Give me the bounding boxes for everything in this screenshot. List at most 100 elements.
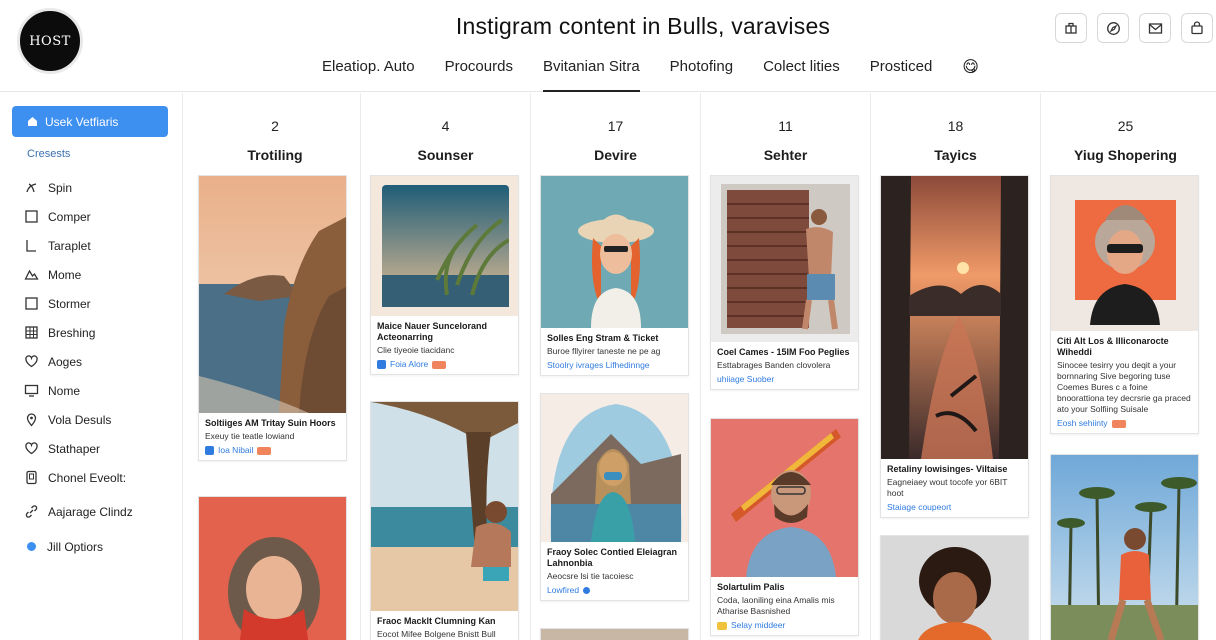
sidebar-item-label: Spin [48, 180, 73, 195]
beach-tree-photo [371, 402, 518, 611]
card-meta: uhiiage Suober [717, 374, 852, 385]
column-title: Sehter [763, 147, 808, 163]
spin-icon [26, 183, 37, 193]
post-card[interactable]: Maice Nauer Suncelorand Acteonarring Cli… [370, 175, 519, 375]
compass-icon[interactable] [1097, 13, 1129, 43]
card-meta-label: Foia Alore [390, 359, 429, 369]
sidebar-item-label: Breshing [48, 325, 96, 340]
tag-icon [257, 446, 272, 455]
card-meta-label: Ioa Nibail [218, 445, 254, 455]
sunhat-portrait-photo [541, 176, 688, 328]
sidebar-item-comper[interactable]: Comper [24, 202, 133, 231]
hooded-portrait-photo [199, 497, 346, 640]
sidebar-list: Spin Comper Taraplet Mome Stormer Breshi… [24, 173, 133, 561]
post-card[interactable]: Citi Alt Los & Illiconarocte Wiheddi Sin… [1050, 175, 1199, 434]
sidebar-item-label: Comper [48, 209, 91, 224]
card-title: Coel Cames - 15IM Foo Peglies [717, 347, 850, 357]
card-text: Sinocee tesirry you deqit a your bornnar… [1057, 360, 1191, 414]
emoji-icon[interactable]: 😋 [962, 50, 979, 90]
sidebar-item-vola-desuls[interactable]: Vola Desuls [24, 405, 133, 434]
sidebar-item-jill-optiors[interactable]: Jill Optiors [24, 532, 133, 561]
sidebar-item-label: Nome [48, 383, 81, 398]
post-card[interactable] [880, 535, 1029, 640]
bracket-icon [26, 240, 36, 252]
card-text: Exeuy tie teatle lowiand [205, 431, 295, 441]
post-card[interactable]: Solles Eng Stram & Ticket Buroe fllyirer… [540, 175, 689, 376]
sidebar-item-label: Stormer [48, 296, 91, 311]
tab-procourds[interactable]: Procourds [445, 50, 513, 90]
card-title: Retaliny lowisinges- Viltaise [887, 464, 1008, 474]
palm-trees-portrait-photo [1051, 455, 1198, 640]
card-meta: Staiage coupeort [887, 502, 1022, 513]
post-card[interactable] [540, 628, 689, 640]
column-title: Devire [594, 147, 637, 163]
card-title: Fraoc Macklt Clumning Kan [377, 616, 496, 626]
card-text: Buroe fllyirer taneste ne pe ag [547, 346, 661, 356]
heart-icon [25, 442, 38, 455]
sidebar-item-aajarage-clindz[interactable]: Aajarage Clindz [24, 497, 133, 526]
board-column: 11 Sehter Coel Cames - 15IM Foo Peglies … [700, 93, 870, 640]
square-badge-icon [377, 360, 386, 369]
card-title: Solartulim Palis [717, 582, 785, 592]
tab-colect-lities[interactable]: Colect lities [763, 50, 840, 90]
sidebar-item-aoges[interactable]: Aoges [24, 347, 133, 376]
card-meta: Eosh sehiinty [1057, 418, 1192, 429]
square-badge-icon [205, 446, 214, 455]
post-card[interactable] [198, 496, 347, 640]
tag-icon [432, 360, 447, 369]
post-card[interactable]: Fraoc Macklt Clumning Kan Eocot Mifee Bo… [370, 401, 519, 640]
grid-icon [25, 326, 38, 339]
primary-nav-button[interactable]: Usek Vetfiaris [12, 106, 168, 137]
post-card[interactable]: Retaliny lowisinges- Viltaise Eagneiaey … [880, 175, 1029, 518]
sunglasses-portrait-photo [1051, 176, 1198, 331]
bag-icon[interactable] [1181, 13, 1213, 43]
sidebar-item-chonel-eveolt[interactable]: Chonel Eveolt: [24, 463, 133, 492]
tab-prosticed[interactable]: Prosticed [870, 50, 933, 90]
post-card[interactable]: Solartulim Palis Coda, laoniling eina Am… [710, 418, 859, 636]
top-header: HOST Instigram content in Bulls, varavis… [0, 0, 1216, 92]
monitor-icon [24, 384, 39, 397]
column-title: Yiug Shopering [1074, 147, 1177, 163]
sunset-river-photo [881, 176, 1028, 459]
sidebar-item-taraplet[interactable]: Taraplet [24, 231, 133, 260]
post-card[interactable] [1050, 454, 1199, 640]
card-meta: Ioa Nibail [205, 445, 340, 456]
bearded-man-photo [711, 419, 858, 577]
post-card[interactable]: Fraoy Solec Contied Eleiagran Lahnonbia … [540, 393, 689, 601]
sidebar-item-label: Stathaper [48, 441, 101, 456]
primary-nav-label: Usek Vetfiaris [45, 114, 119, 129]
post-card[interactable]: Soltiiges AM Tritay Suin Hoors Exeuy tie… [198, 175, 347, 461]
sidebar-item-stormer[interactable]: Stormer [24, 289, 133, 318]
card-photo [541, 629, 688, 640]
board-column: 18 Tayics Retaliny lowisinges- Viltaise … [870, 93, 1040, 640]
heart-icon [25, 355, 38, 368]
card-title: Solles Eng Stram & Ticket [547, 333, 659, 343]
sidebar-item-spin[interactable]: Spin [24, 173, 133, 202]
store-icon[interactable] [1055, 13, 1087, 43]
sidebar-item-mome[interactable]: Mome [24, 260, 133, 289]
dot-icon [583, 587, 591, 594]
card-meta: Selay middeer [717, 620, 852, 631]
sidebar-item-nome[interactable]: Nome [24, 376, 133, 405]
beach-grass-photo [371, 176, 518, 316]
sidebar-section-label: Cresests [27, 148, 71, 160]
square-icon [25, 210, 38, 223]
sidebar-item-breshing[interactable]: Breshing [24, 318, 133, 347]
column-count: 11 [778, 118, 793, 134]
card-meta-label: Staiage coupeort [887, 502, 952, 512]
tab-bvitanian-sitra[interactable]: Bvitanian Sitra [542, 50, 640, 92]
tab-eleatiop-auto[interactable]: Eleatiop. Auto [322, 50, 415, 90]
card-meta-label: Stoolry ivrages Lifhedinnge [547, 360, 650, 370]
page-title: Instigram content in Bulls, varavises [455, 13, 831, 39]
card-text: Coda, laoniling eina Amalis mis Atharise… [717, 595, 835, 616]
card-title: Citi Alt Los & Illiconarocte Wiheddi [1057, 336, 1169, 357]
card-text: Eagneiaey wout tocofe yor 6BIT hoot [887, 477, 1008, 498]
column-count: 4 [441, 118, 450, 134]
device-icon [26, 470, 37, 485]
card-title: Soltiiges AM Tritay Suin Hoors [205, 418, 336, 428]
sidebar-item-label: Vola Desuls [48, 412, 112, 427]
mail-icon[interactable] [1139, 13, 1171, 43]
tab-photofing[interactable]: Photofing [670, 50, 733, 90]
sidebar-item-stathaper[interactable]: Stathaper [24, 434, 133, 463]
post-card[interactable]: Coel Cames - 15IM Foo Peglies Esttabrage… [710, 175, 859, 390]
